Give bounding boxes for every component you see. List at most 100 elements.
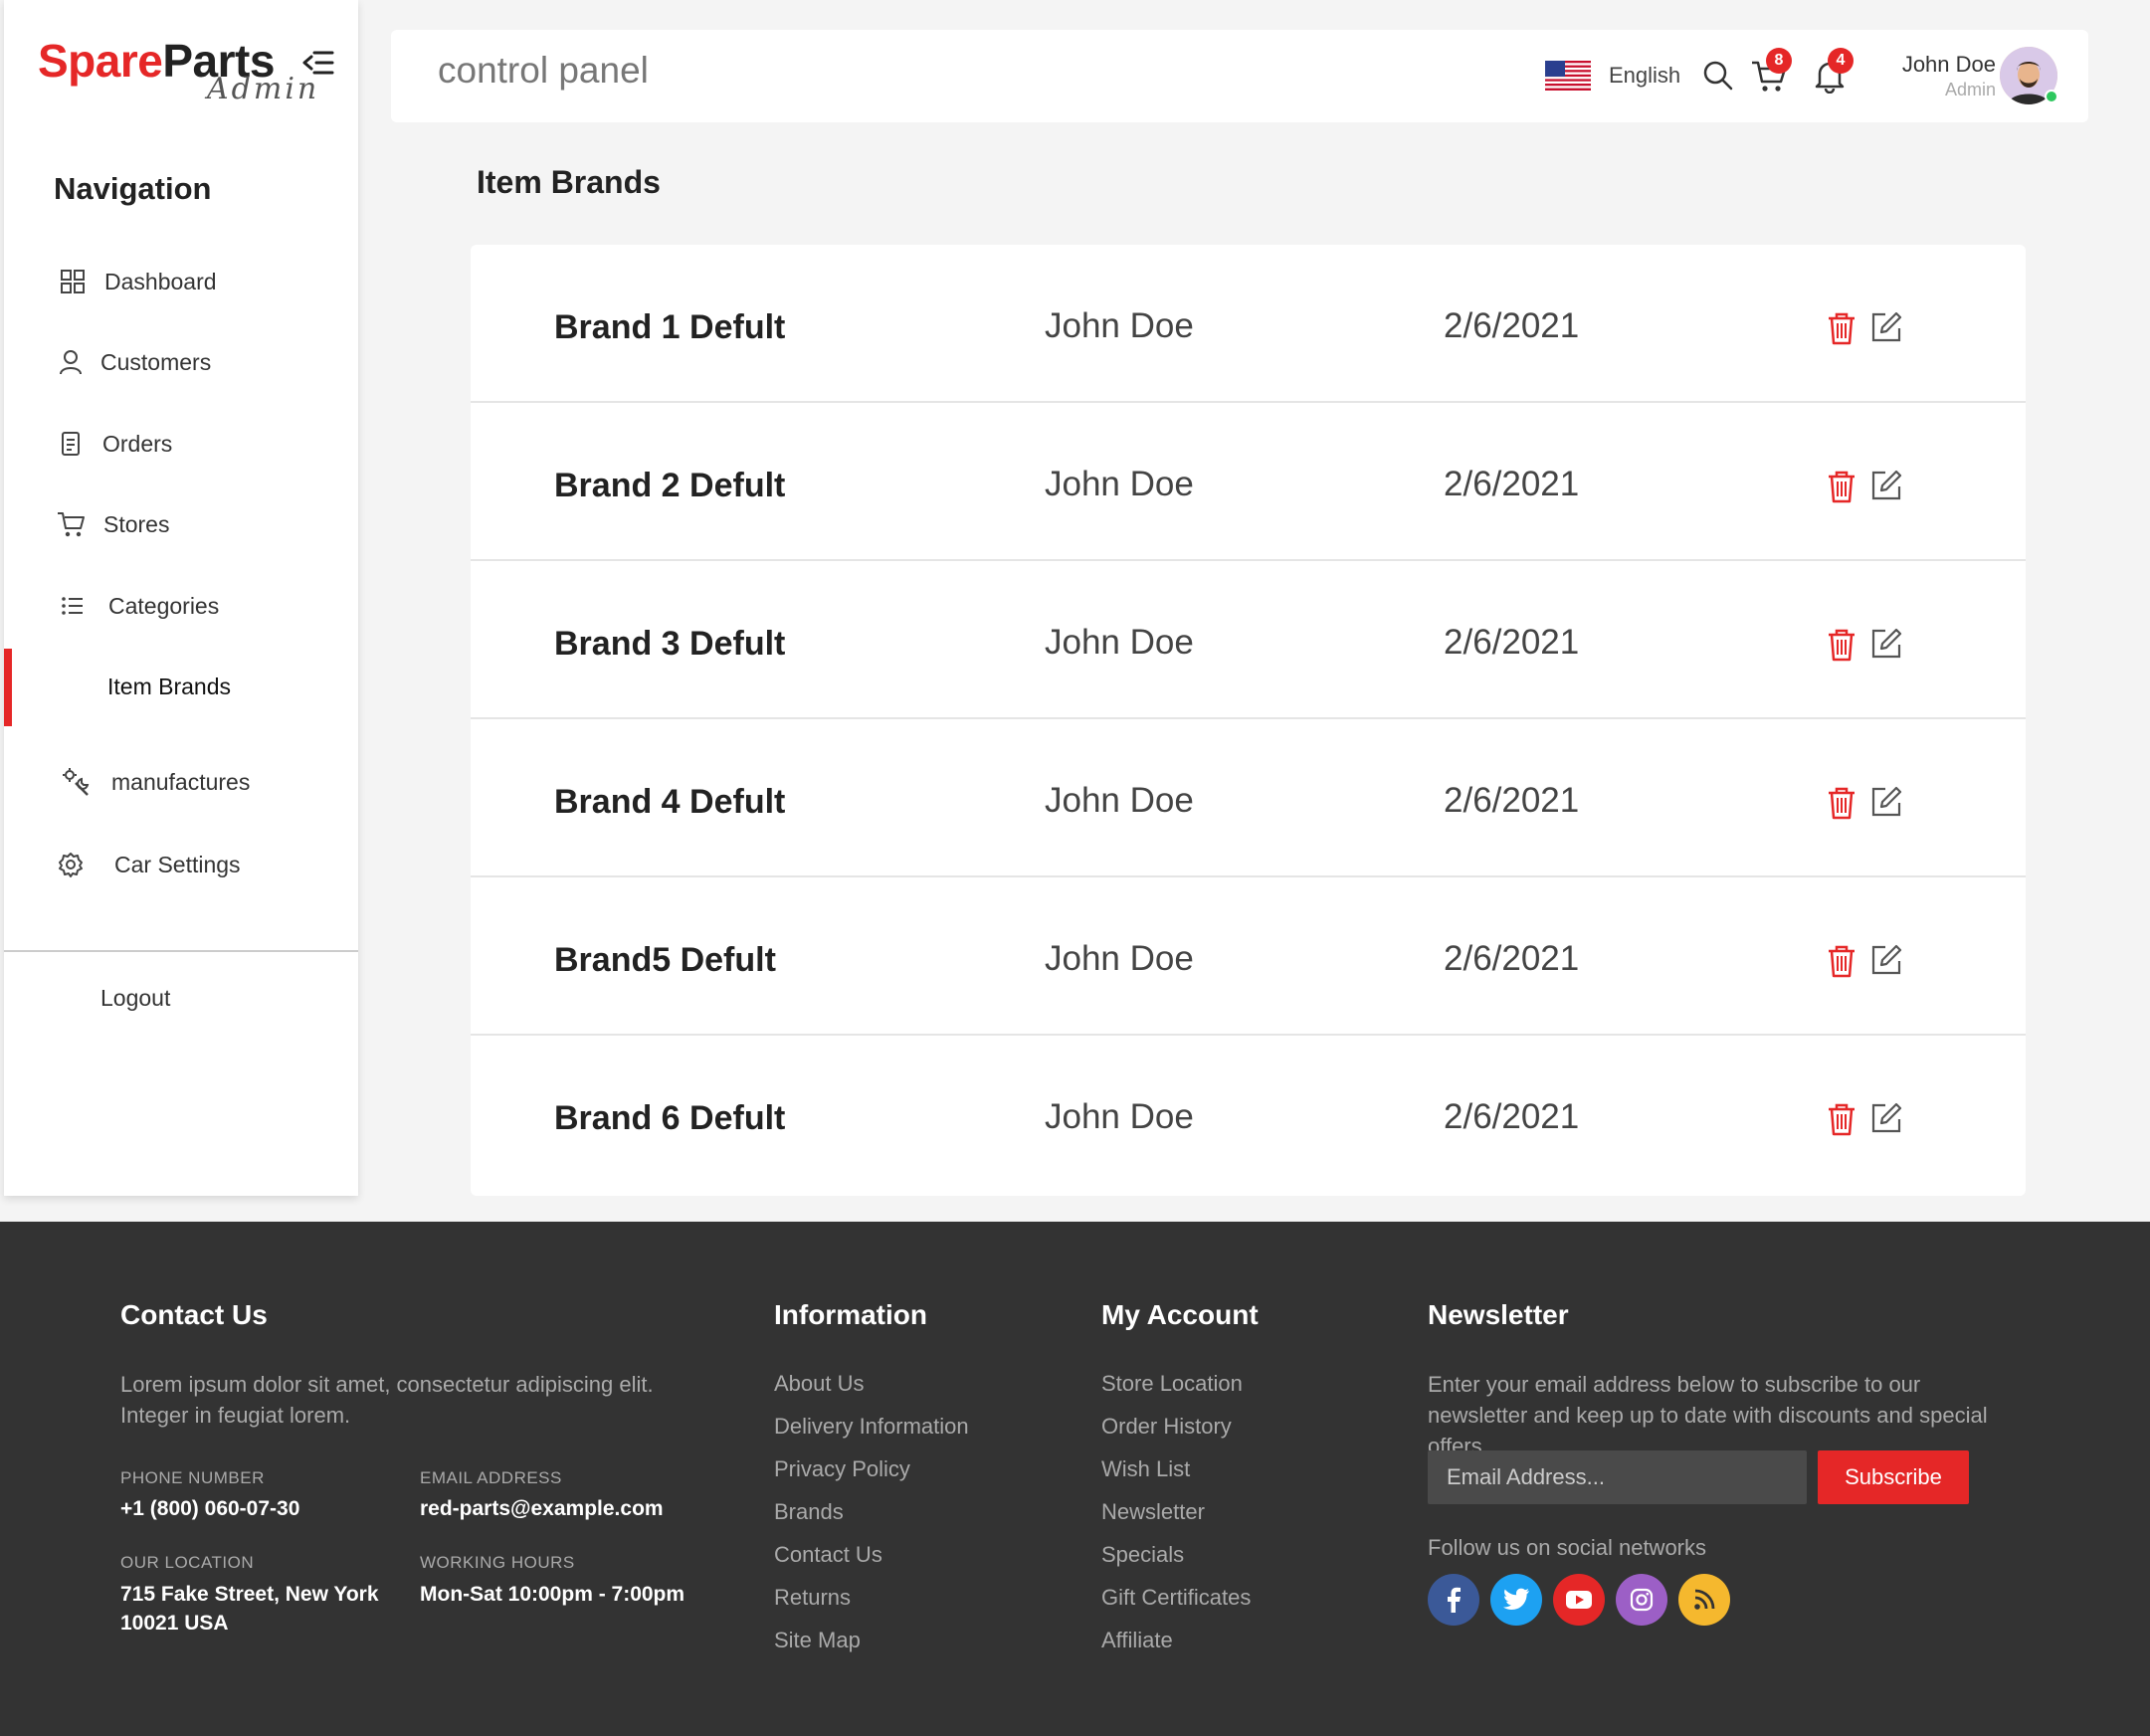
edit-icon[interactable] <box>1869 1101 1903 1135</box>
information-heading: Information <box>774 1299 927 1330</box>
brand-name: Brand 1 Defult <box>554 308 786 346</box>
cart-icon <box>56 509 86 539</box>
created-by: John Doe <box>1045 623 1194 662</box>
footer-link[interactable]: Affiliate <box>1101 1628 1173 1653</box>
contact-heading: Contact Us <box>120 1299 268 1330</box>
trash-icon[interactable] <box>1826 1101 1857 1137</box>
created-date: 2/6/2021 <box>1444 939 1580 978</box>
page-title: Item Brands <box>477 164 661 200</box>
sidebar-item-customers[interactable]: Customers <box>4 332 358 392</box>
user-icon <box>56 347 86 377</box>
sidebar-item-item-brands[interactable]: Item Brands <box>4 649 358 726</box>
trash-icon[interactable] <box>1826 627 1857 663</box>
dashboard-icon <box>58 267 88 296</box>
footer-link[interactable]: Wish List <box>1101 1456 1190 1482</box>
edit-icon[interactable] <box>1869 785 1903 819</box>
created-date: 2/6/2021 <box>1444 465 1580 503</box>
rss-icon[interactable] <box>1678 1574 1730 1626</box>
hours-value: Mon-Sat 10:00pm - 7:00pm <box>420 1583 685 1606</box>
sidebar-item-car-settings[interactable]: Car Settings <box>4 835 358 894</box>
search-icon[interactable] <box>1702 60 1734 92</box>
tools-icon <box>62 767 92 797</box>
brands-table: Brand 1 Defult John Doe 2/6/2021 Brand 2… <box>471 245 2026 1196</box>
footer-link[interactable]: Gift Certificates <box>1101 1585 1251 1611</box>
brand-name: Brand 3 Defult <box>554 625 786 663</box>
sidebar-item-label: Item Brands <box>107 673 231 699</box>
created-date: 2/6/2021 <box>1444 306 1580 345</box>
trash-icon[interactable] <box>1826 943 1857 979</box>
list-icon <box>58 591 88 621</box>
sidebar-item-categories[interactable]: Categories <box>4 576 358 636</box>
collapse-menu-icon[interactable] <box>302 48 336 78</box>
top-header: control panel English 8 4 John Doe Admin <box>391 30 2088 122</box>
footer-link[interactable]: Privacy Policy <box>774 1456 910 1482</box>
table-row: Brand 4 Defult John Doe 2/6/2021 <box>471 719 2026 877</box>
newsletter-email-input[interactable] <box>1428 1450 1807 1504</box>
sidebar: SpareParts Admin Navigation Dashboard Cu… <box>4 0 358 1196</box>
sidebar-item-manufactures[interactable]: manufactures <box>4 752 358 812</box>
created-by: John Doe <box>1045 465 1194 503</box>
sidebar-item-label: Stores <box>103 510 170 537</box>
cart-count-badge: 8 <box>1766 48 1792 74</box>
trash-icon[interactable] <box>1826 785 1857 821</box>
footer-link[interactable]: Contact Us <box>774 1542 882 1568</box>
footer-link[interactable]: Store Location <box>1101 1371 1243 1397</box>
footer-link[interactable]: Newsletter <box>1101 1499 1205 1525</box>
created-by: John Doe <box>1045 781 1194 820</box>
user-role: Admin <box>1944 80 1996 99</box>
trash-icon[interactable] <box>1826 469 1857 504</box>
facebook-icon[interactable] <box>1428 1574 1479 1626</box>
email-value[interactable]: red-parts@example.com <box>420 1494 664 1523</box>
brand-name: Brand 2 Defult <box>554 467 786 504</box>
footer-link[interactable]: Delivery Information <box>774 1414 969 1440</box>
contact-description: Lorem ipsum dolor sit amet, consectetur … <box>120 1372 654 1428</box>
language-selector[interactable]: English <box>1609 63 1680 89</box>
newsletter-heading: Newsletter <box>1428 1299 1569 1330</box>
logout-button[interactable]: Logout <box>100 985 170 1012</box>
email-label: Email Address <box>420 1468 562 1487</box>
subscribe-button[interactable]: Subscribe <box>1818 1450 1969 1504</box>
sidebar-divider <box>4 950 358 952</box>
sidebar-item-orders[interactable]: Orders <box>4 414 358 474</box>
trash-icon[interactable] <box>1826 310 1857 346</box>
sidebar-item-label: Orders <box>102 430 173 457</box>
hours-label: Working Hours <box>420 1553 575 1572</box>
gear-icon <box>56 850 86 879</box>
created-date: 2/6/2021 <box>1444 1097 1580 1136</box>
edit-icon[interactable] <box>1869 943 1903 977</box>
brand-name: Brand 6 Defult <box>554 1099 786 1137</box>
footer-link[interactable]: Site Map <box>774 1628 861 1653</box>
location-value: 715 Fake Street, New York 10021 USA <box>120 1583 379 1635</box>
edit-icon[interactable] <box>1869 310 1903 344</box>
sidebar-item-dashboard[interactable]: Dashboard <box>4 252 358 311</box>
edit-icon[interactable] <box>1869 627 1903 661</box>
sidebar-item-label: Car Settings <box>114 851 241 877</box>
table-row: Brand 3 Defult John Doe 2/6/2021 <box>471 561 2026 719</box>
sidebar-item-label: Dashboard <box>104 268 217 294</box>
instagram-icon[interactable] <box>1616 1574 1667 1626</box>
account-heading: My Account <box>1101 1299 1259 1330</box>
sidebar-item-stores[interactable]: Stores <box>4 494 358 554</box>
twitter-icon[interactable] <box>1490 1574 1542 1626</box>
site-footer: Contact Us Lorem ipsum dolor sit amet, c… <box>0 1222 2150 1736</box>
brand-name: Brand5 Defult <box>554 941 776 979</box>
us-flag-icon[interactable] <box>1545 61 1591 91</box>
created-date: 2/6/2021 <box>1444 623 1580 662</box>
youtube-icon[interactable] <box>1553 1574 1605 1626</box>
table-row: Brand 1 Defult John Doe 2/6/2021 <box>471 245 2026 403</box>
location-label: Our Location <box>120 1553 255 1572</box>
footer-link[interactable]: About Us <box>774 1371 865 1397</box>
user-name[interactable]: John Doe <box>1876 52 1996 78</box>
document-icon <box>56 429 86 459</box>
footer-link[interactable]: Returns <box>774 1585 851 1611</box>
online-status-dot <box>2045 90 2058 103</box>
table-row: Brand 6 Defult John Doe 2/6/2021 <box>471 1036 2026 1194</box>
footer-link[interactable]: Specials <box>1101 1542 1184 1568</box>
created-date: 2/6/2021 <box>1444 781 1580 820</box>
phone-value[interactable]: +1 (800) 060-07-30 <box>120 1494 299 1523</box>
footer-link[interactable]: Order History <box>1101 1414 1232 1440</box>
edit-icon[interactable] <box>1869 469 1903 502</box>
app-logo[interactable]: SpareParts Admin <box>38 36 316 106</box>
sidebar-item-label: Categories <box>108 592 220 619</box>
footer-link[interactable]: Brands <box>774 1499 844 1525</box>
